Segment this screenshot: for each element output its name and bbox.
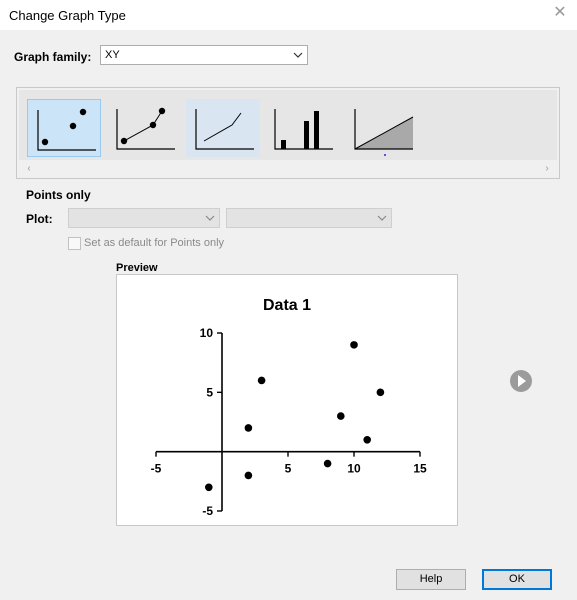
plot-label: Plot: [26,212,53,226]
plot-select-secondary[interactable] [226,208,392,228]
scatter-chart: Data 1 -5 5 10 15 10 5 -5 [151,297,427,518]
chart-ticks: -5 5 10 15 10 5 -5 [151,326,427,518]
close-icon[interactable]: ✕ [551,4,569,22]
data-point [257,376,266,385]
graph-type-points-only[interactable] [27,99,101,157]
plot-select-primary[interactable] [68,208,220,228]
chevron-down-icon [377,215,387,221]
area-fill-icon [354,109,414,156]
y-tick-label: -5 [202,504,213,518]
data-point [244,471,253,480]
graph-family-select[interactable]: XY [100,45,308,65]
graph-family-value: XY [105,49,120,61]
data-point [350,341,358,349]
default-checkbox[interactable] [68,237,81,250]
preview-label: Preview [116,262,158,274]
scroll-left-icon[interactable]: ‹ [23,162,35,176]
x-tick-label: -5 [151,462,162,476]
data-point [337,412,345,420]
graph-type-line-only[interactable] [186,99,260,157]
chart-title: Data 1 [263,297,311,314]
x-tick-label: 15 [413,462,427,476]
graph-type-area-fill[interactable] [345,99,419,157]
chevron-down-icon [293,52,303,58]
data-point [205,483,213,492]
title-bar: Change Graph Type ✕ [0,0,577,30]
data-point [244,424,253,432]
graph-type-gallery: ‹ › [16,87,560,179]
default-checkbox-label: Set as default for Points only [84,237,225,249]
scroll-right-icon[interactable]: › [541,162,553,176]
x-tick-label: 10 [347,462,361,476]
points-only-icon [37,108,96,151]
spikes-icon [274,109,333,150]
chevron-down-icon [205,215,215,221]
play-icon[interactable] [510,370,532,392]
graph-family-label: Graph family: [14,50,92,64]
data-point [323,459,332,468]
points-connected-icon [116,107,175,150]
chart-axes [156,333,420,511]
gallery-scrollbar[interactable]: ‹ › [19,162,557,176]
y-tick-label: 10 [200,326,214,340]
y-tick-label: 5 [206,385,213,399]
graph-type-strip [19,90,557,160]
window-title: Change Graph Type [9,8,126,23]
section-title: Points only [26,188,91,202]
graph-type-spikes[interactable] [265,99,339,157]
data-point [363,436,371,444]
graph-type-points-connected[interactable] [107,99,181,157]
preview-panel: Data 1 -5 5 10 15 10 5 -5 [116,274,458,526]
data-point [376,388,385,397]
help-button[interactable]: Help [396,569,466,590]
ok-button[interactable]: OK [482,569,552,590]
x-tick-label: 5 [285,462,292,476]
line-only-icon [195,109,254,150]
